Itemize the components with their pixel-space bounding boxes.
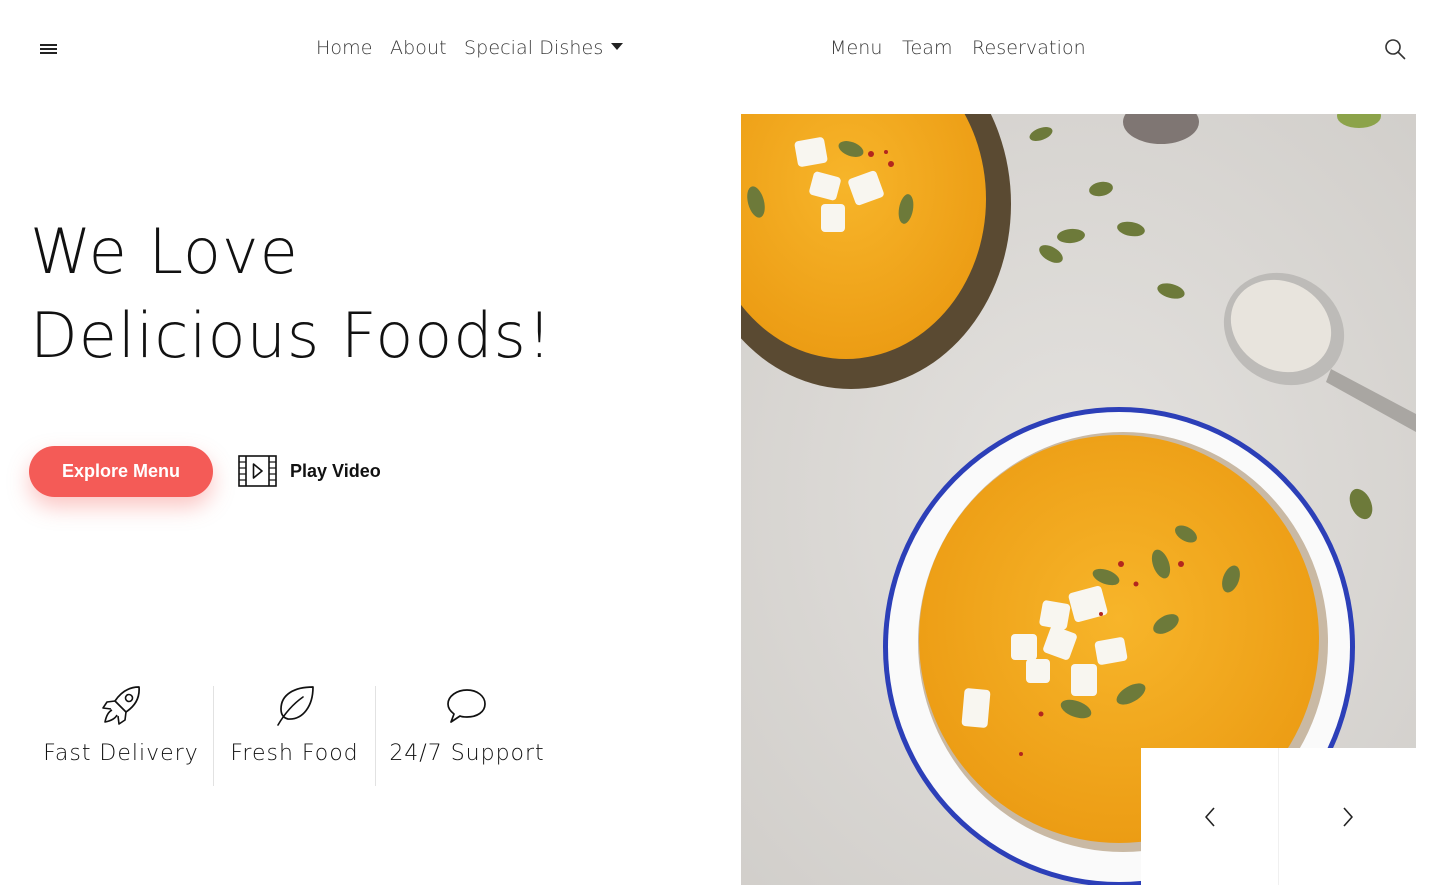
play-video-button[interactable]: Play Video: [238, 454, 381, 488]
speech-bubble-icon: [447, 689, 486, 723]
feature-label: Fresh Food: [230, 741, 359, 766]
feature-support: 24/7 Support: [388, 684, 546, 786]
nav-team[interactable]: Team: [902, 37, 953, 59]
slider-prev-button[interactable]: [1141, 748, 1278, 885]
rocket-icon: [102, 686, 140, 725]
play-video-label: Play Video: [290, 460, 381, 481]
chevron-left-icon: [1204, 806, 1215, 827]
nav-special-dishes-label: Special Dishes: [464, 37, 604, 59]
feature-fast-delivery: Fast Delivery: [43, 684, 199, 786]
feature-label: 24/7 Support: [389, 741, 545, 766]
page: Home About Special Dishes Menu Team Rese…: [0, 0, 1447, 893]
nav-about[interactable]: About: [390, 37, 447, 59]
chevron-right-icon: [1342, 806, 1353, 827]
slider-next-button[interactable]: [1279, 748, 1416, 885]
hero-title: We Love Delicious Foods!: [30, 210, 553, 378]
hero-title-line1: We Love: [30, 215, 299, 288]
feature-divider: [375, 686, 376, 786]
search-icon[interactable]: [1384, 38, 1406, 60]
feature-divider: [213, 686, 214, 786]
nav-special-dishes[interactable]: Special Dishes: [464, 37, 624, 59]
slider-controls: [1141, 748, 1416, 885]
feature-label: Fast Delivery: [43, 741, 199, 766]
hamburger-icon[interactable]: [40, 42, 57, 56]
hero-title-line2: Delicious Foods!: [30, 299, 553, 372]
leaf-icon: [276, 686, 314, 726]
video-icon: [238, 455, 277, 487]
caret-down-icon: [611, 43, 624, 50]
explore-menu-button[interactable]: Explore Menu: [29, 446, 213, 497]
nav-home[interactable]: Home: [316, 37, 373, 59]
nav-reservation[interactable]: Reservation: [972, 37, 1086, 59]
nav-menu[interactable]: Menu: [830, 37, 883, 59]
feature-fresh-food: Fresh Food: [222, 684, 367, 786]
